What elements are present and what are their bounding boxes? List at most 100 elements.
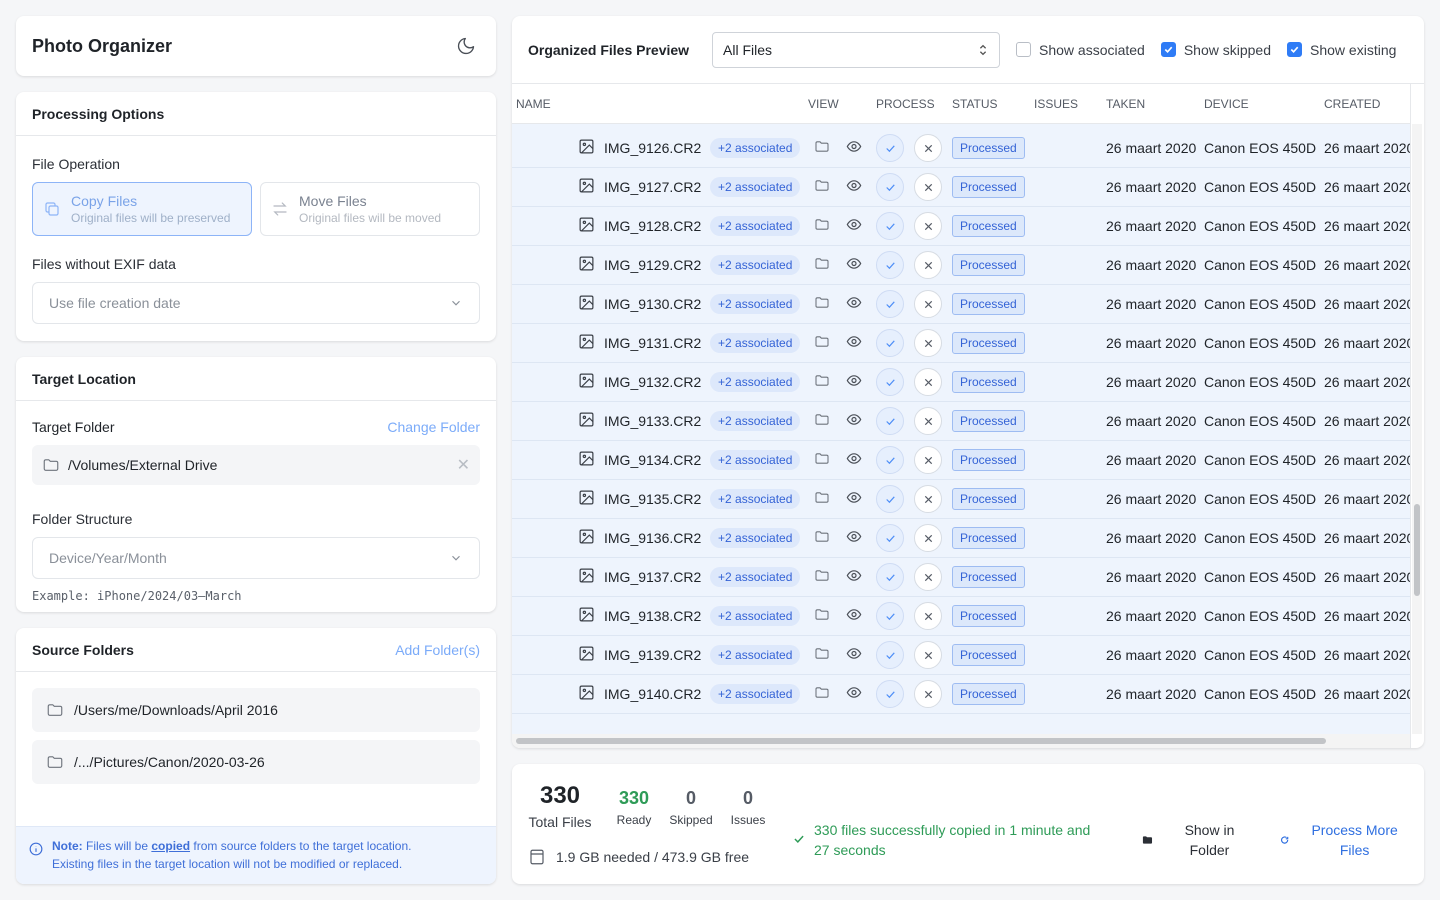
associated-badge[interactable]: +2 associated <box>710 177 801 197</box>
reject-button[interactable] <box>914 524 942 552</box>
table-row[interactable]: IMG_9129.CR2 +2 associated Processed 26 maa… <box>512 246 1410 285</box>
table-row[interactable]: IMG_9131.CR2 +2 associated Processed 26 maa… <box>512 324 1410 363</box>
preview-button[interactable] <box>846 412 862 431</box>
approve-button[interactable] <box>876 290 904 318</box>
show-associated-checkbox[interactable]: Show associated <box>1016 42 1145 58</box>
show-existing-checkbox[interactable]: Show existing <box>1287 42 1396 58</box>
associated-badge[interactable]: +2 associated <box>710 528 801 548</box>
preview-button[interactable] <box>846 334 862 353</box>
preview-button[interactable] <box>846 256 862 275</box>
preview-button[interactable] <box>846 217 862 236</box>
open-folder-button[interactable] <box>814 256 830 275</box>
preview-button[interactable] <box>846 490 862 509</box>
open-folder-button[interactable] <box>814 295 830 314</box>
table-row[interactable]: IMG_9138.CR2 +2 associated Processed 26 maa… <box>512 597 1410 636</box>
reject-button[interactable] <box>914 602 942 630</box>
show-skipped-checkbox[interactable]: Show skipped <box>1160 42 1271 58</box>
table-row[interactable]: IMG_9128.CR2 +2 associated Processed 26 maa… <box>512 207 1410 246</box>
table-row[interactable]: IMG_9134.CR2 +2 associated Processed 26 maa… <box>512 441 1410 480</box>
associated-badge[interactable]: +2 associated <box>710 255 801 275</box>
process-more-button[interactable]: Process More Files <box>1280 820 1410 860</box>
table-row[interactable]: IMG_9127.CR2 +2 associated Processed 26 maa… <box>512 168 1410 207</box>
associated-badge[interactable]: +2 associated <box>710 606 801 626</box>
associated-badge[interactable]: +2 associated <box>710 372 801 392</box>
open-folder-button[interactable] <box>814 685 830 704</box>
approve-button[interactable] <box>876 446 904 474</box>
file-filter-select[interactable]: All Files <box>712 31 1000 68</box>
open-folder-button[interactable] <box>814 451 830 470</box>
reject-button[interactable] <box>914 134 942 162</box>
add-folders-link[interactable]: Add Folder(s) <box>395 642 480 658</box>
preview-button[interactable] <box>846 529 862 548</box>
table-row[interactable]: IMG_9133.CR2 +2 associated Processed 26 maa… <box>512 402 1410 441</box>
folder-structure-select[interactable]: Device/Year/Month <box>32 537 480 579</box>
approve-button[interactable] <box>876 368 904 396</box>
table-row[interactable]: IMG_9135.CR2 +2 associated Processed 26 maa… <box>512 480 1410 519</box>
associated-badge[interactable]: +2 associated <box>710 294 801 314</box>
open-folder-button[interactable] <box>814 529 830 548</box>
reject-button[interactable] <box>914 290 942 318</box>
preview-button[interactable] <box>846 568 862 587</box>
reject-button[interactable] <box>914 641 942 669</box>
reject-button[interactable] <box>914 446 942 474</box>
approve-button[interactable] <box>876 524 904 552</box>
col-taken[interactable]: TAKEN <box>1106 97 1145 111</box>
move-files-option[interactable]: Move Files Original files will be moved <box>260 182 480 236</box>
clear-target-icon[interactable]: ✕ <box>457 455 470 475</box>
table-row[interactable]: IMG_9130.CR2 +2 associated Processed 26 maa… <box>512 285 1410 324</box>
open-folder-button[interactable] <box>814 178 830 197</box>
source-folder-item[interactable]: /Users/me/Downloads/April 2016 <box>32 688 480 732</box>
associated-badge[interactable]: +2 associated <box>710 567 801 587</box>
approve-button[interactable] <box>876 407 904 435</box>
reject-button[interactable] <box>914 368 942 396</box>
preview-button[interactable] <box>846 295 862 314</box>
change-folder-link[interactable]: Change Folder <box>387 419 480 435</box>
reject-button[interactable] <box>914 173 942 201</box>
checkbox-unchecked[interactable] <box>1016 42 1031 57</box>
vertical-scrollbar[interactable] <box>1412 124 1422 734</box>
reject-button[interactable] <box>914 212 942 240</box>
associated-badge[interactable]: +2 associated <box>710 684 801 704</box>
preview-button[interactable] <box>846 373 862 392</box>
open-folder-button[interactable] <box>814 412 830 431</box>
open-folder-button[interactable] <box>814 490 830 509</box>
open-folder-button[interactable] <box>814 568 830 587</box>
table-row[interactable]: IMG_9126.CR2 +2 associated Processed 26 maa… <box>512 129 1410 168</box>
horizontal-scrollbar[interactable] <box>512 734 1410 748</box>
reject-button[interactable] <box>914 563 942 591</box>
table-row[interactable]: IMG_9140.CR2 +2 associated Processed 26 maa… <box>512 675 1410 714</box>
reject-button[interactable] <box>914 251 942 279</box>
open-folder-button[interactable] <box>814 217 830 236</box>
approve-button[interactable] <box>876 680 904 708</box>
associated-badge[interactable]: +2 associated <box>710 411 801 431</box>
checkbox-checked[interactable] <box>1160 42 1176 57</box>
preview-button[interactable] <box>846 646 862 665</box>
reject-button[interactable] <box>914 329 942 357</box>
approve-button[interactable] <box>876 602 904 630</box>
reject-button[interactable] <box>914 680 942 708</box>
col-created[interactable]: CREATED <box>1324 97 1380 111</box>
associated-badge[interactable]: +2 associated <box>710 333 801 353</box>
table-row[interactable]: IMG_9139.CR2 +2 associated Processed 26 maa… <box>512 636 1410 675</box>
preview-button[interactable] <box>846 451 862 470</box>
approve-button[interactable] <box>876 641 904 669</box>
table-row[interactable]: IMG_9136.CR2 +2 associated Processed 26 maa… <box>512 519 1410 558</box>
scroll-thumb[interactable] <box>1414 504 1420 596</box>
col-status[interactable]: STATUS <box>952 97 998 111</box>
dark-mode-toggle[interactable] <box>452 32 480 60</box>
open-folder-button[interactable] <box>814 139 830 158</box>
copy-files-option[interactable]: Copy Files Original files will be preser… <box>32 182 252 236</box>
open-folder-button[interactable] <box>814 607 830 626</box>
open-folder-button[interactable] <box>814 373 830 392</box>
open-folder-button[interactable] <box>814 334 830 353</box>
associated-badge[interactable]: +2 associated <box>710 489 801 509</box>
table-row[interactable]: IMG_9132.CR2 +2 associated Processed 26 maa… <box>512 363 1410 402</box>
col-view[interactable]: VIEW <box>808 97 839 111</box>
approve-button[interactable] <box>876 251 904 279</box>
associated-badge[interactable]: +2 associated <box>710 216 801 236</box>
approve-button[interactable] <box>876 173 904 201</box>
col-name[interactable]: NAME <box>516 97 551 111</box>
no-exif-select[interactable]: Use file creation date <box>32 282 480 324</box>
scroll-thumb[interactable] <box>516 738 1326 744</box>
preview-button[interactable] <box>846 139 862 158</box>
